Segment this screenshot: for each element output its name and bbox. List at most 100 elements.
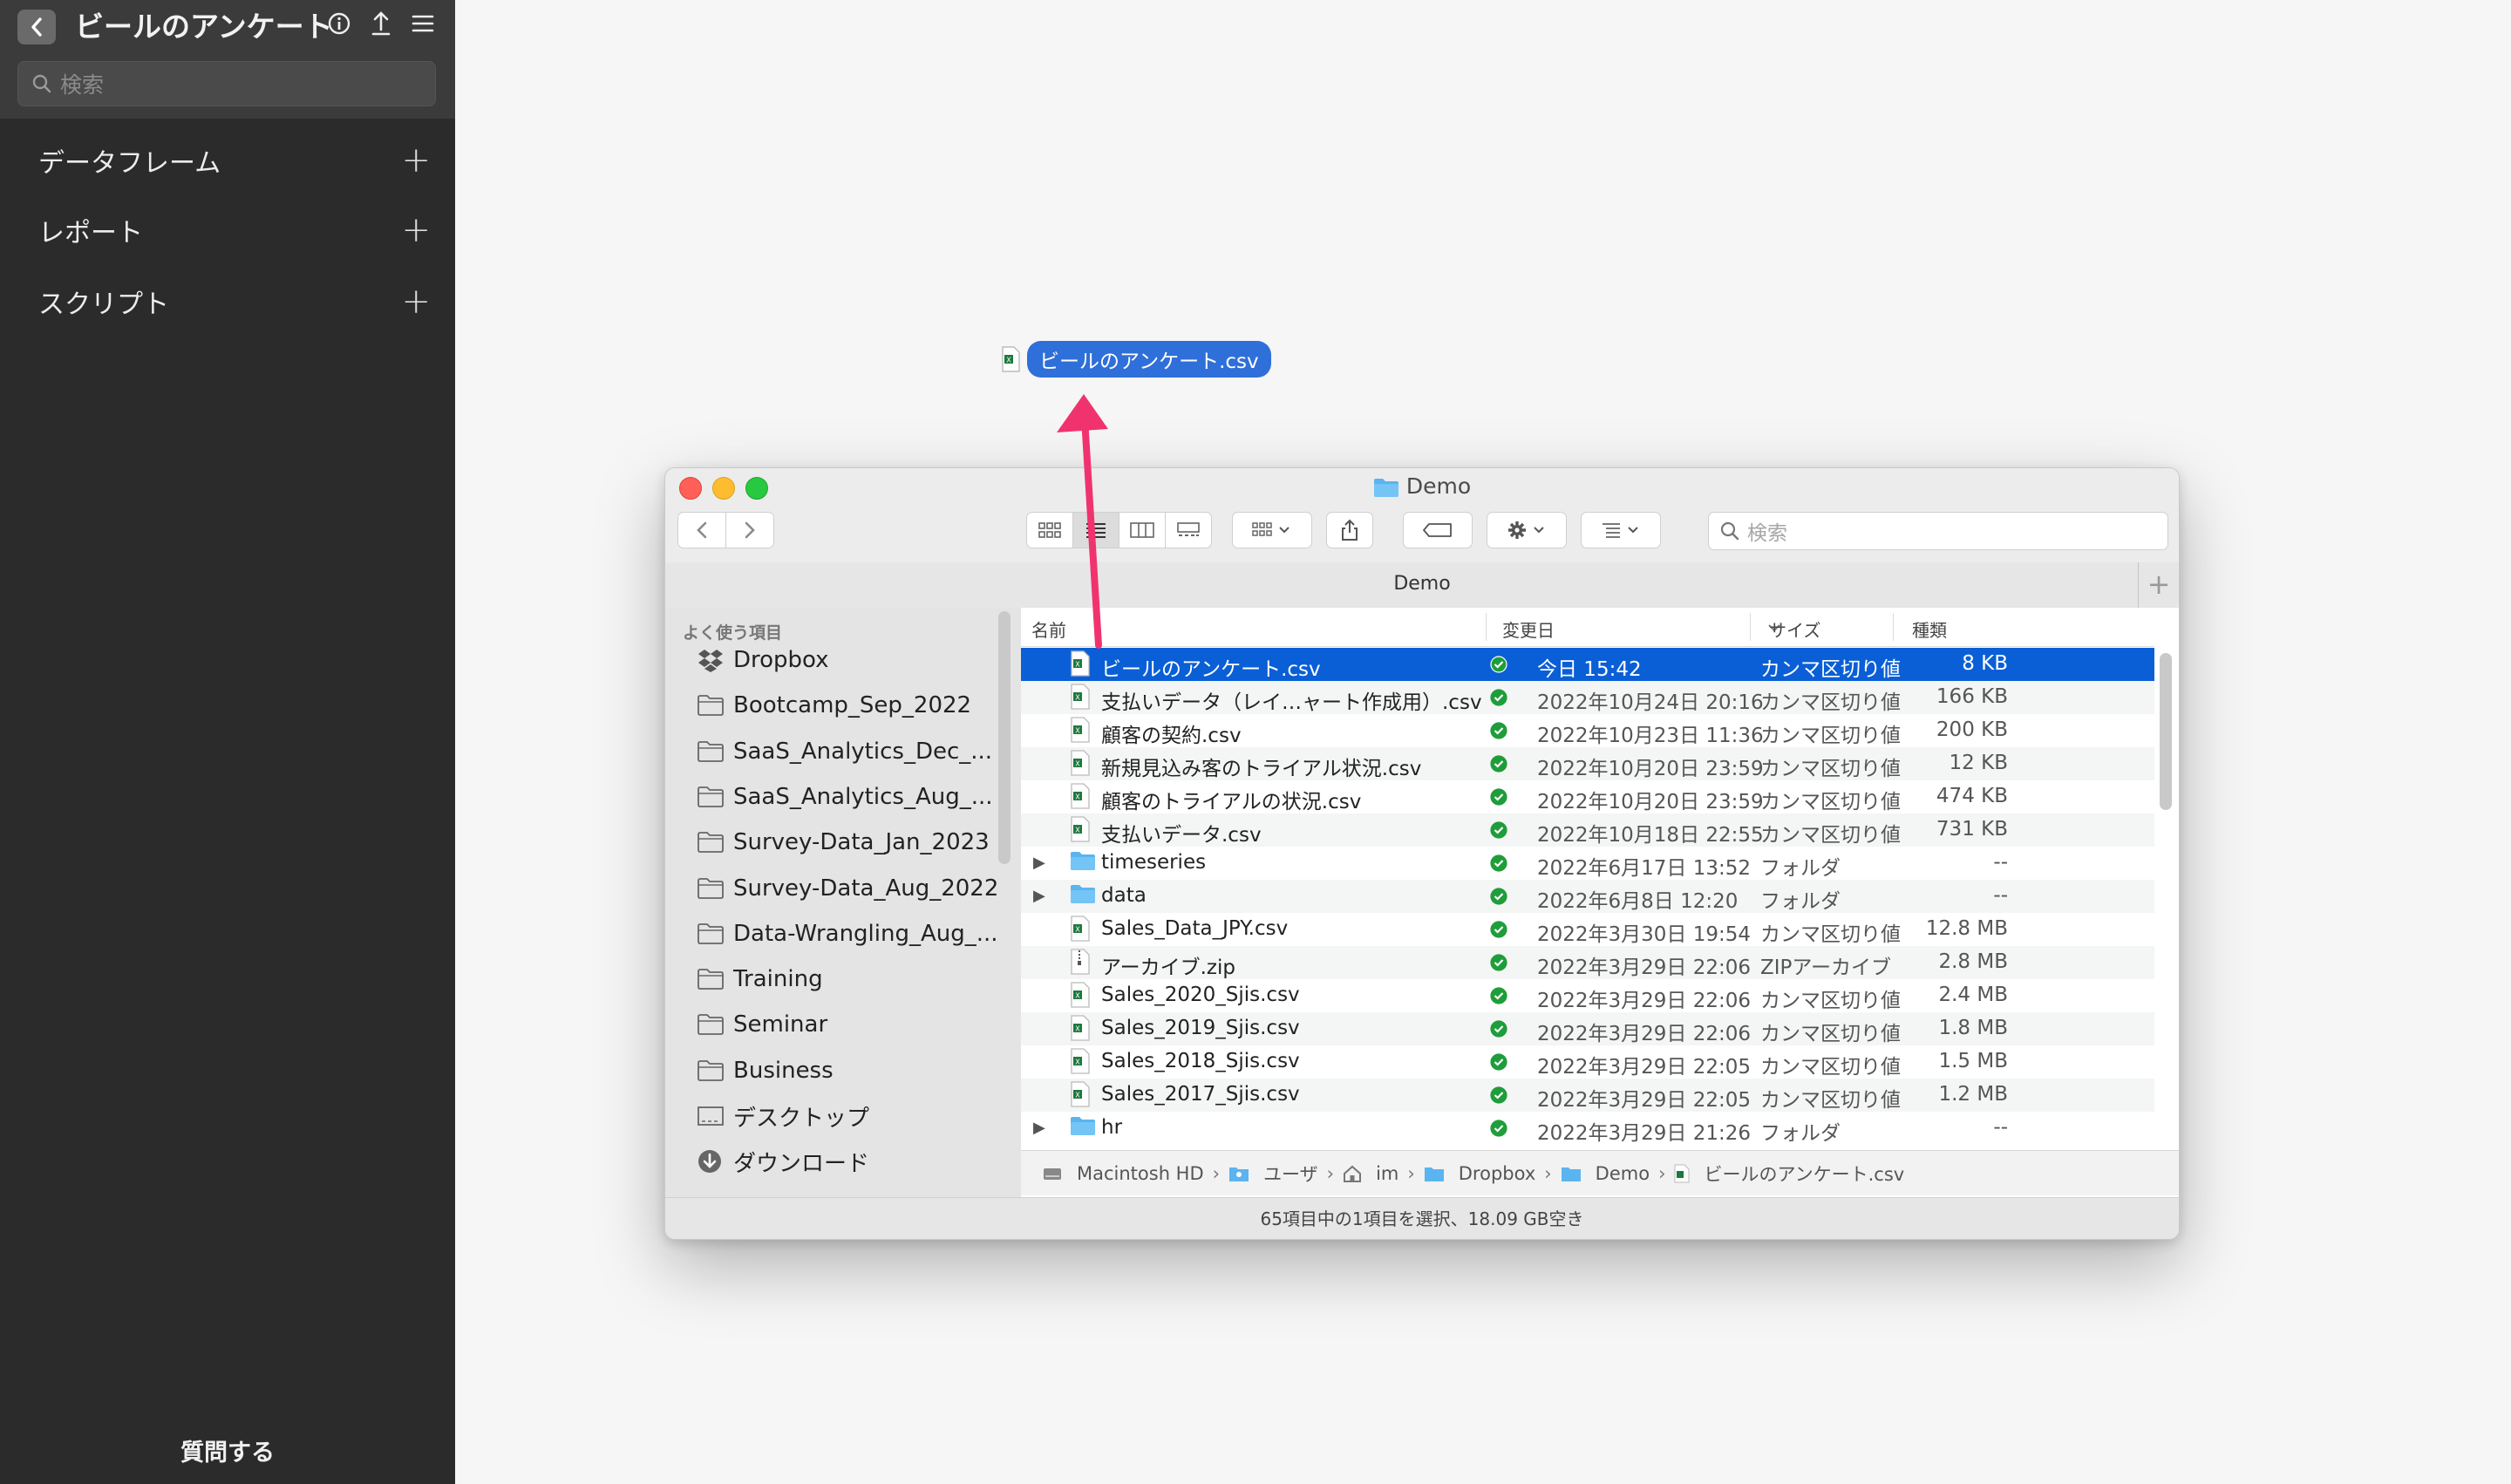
- sidebar-item-survey-data-aug-2022[interactable]: Survey-Data_Aug_2022: [697, 869, 998, 908]
- path-segment[interactable]: ユーザ: [1228, 1161, 1318, 1187]
- file-row[interactable]: X 支払いデータ（レイ…ャート作成用）.csv 2022年10月24日 20:16 1…: [1021, 681, 2154, 714]
- folder-row[interactable]: ▶ timeseries 2022年6月17日 13:52 -- フォルダ: [1021, 847, 2154, 880]
- file-size: 731 KB: [1936, 818, 2008, 841]
- chevron-right-icon: [745, 521, 755, 539]
- group-button[interactable]: [1232, 512, 1312, 548]
- file-row[interactable]: X ビールのアンケート.csv 今日 15:42 8 KB カンマ区切り値: [1021, 648, 2154, 681]
- file-row[interactable]: X 支払いデータ.csv 2022年10月18日 22:55 731 KB カンマ区切り…: [1021, 813, 2154, 847]
- back-button[interactable]: [17, 10, 56, 44]
- section-dataframe[interactable]: データフレーム +: [38, 134, 431, 187]
- list-scrollbar[interactable]: [2160, 653, 2172, 810]
- add-dataframe-icon[interactable]: +: [401, 143, 431, 178]
- add-report-icon[interactable]: +: [401, 213, 431, 248]
- file-date: 2022年3月29日 22:05: [1537, 1056, 1752, 1079]
- sidebar-item-data-wrangling-aug[interactable]: Data-Wrangling_Aug_...: [697, 915, 998, 953]
- disclosure-triangle-icon[interactable]: ▶: [1033, 1119, 1045, 1137]
- section-label: データフレーム: [38, 148, 221, 179]
- file-row[interactable]: X 顧客のトライアルの状況.csv 2022年10月20日 23:59 474 KB カ…: [1021, 780, 2154, 813]
- path-segment[interactable]: Demo: [1561, 1163, 1650, 1184]
- file-row[interactable]: X Sales_2019_Sjis.csv 2022年3月29日 22:06 1.8 …: [1021, 1012, 2154, 1045]
- finder-sidebar: よく使う項目 Dropbox Bootcamp_Sep_2022 SaaS_Anal…: [665, 608, 1022, 1197]
- sidebar-scrollbar[interactable]: [998, 611, 1011, 864]
- sidebar-item-[interactable]: デスクトップ: [697, 1097, 869, 1135]
- file-date: 2022年10月18日 22:55: [1537, 824, 1764, 847]
- column-name-header[interactable]: 名前: [1031, 616, 1066, 642]
- sidebar-item-[interactable]: ダウンロード: [697, 1142, 869, 1181]
- file-kind: カンマ区切り値: [1760, 1023, 1901, 1045]
- finder-titlebar: Demo 検索: [665, 468, 2179, 563]
- file-row[interactable]: X 新規見込み客のトライアル状況.csv 2022年10月20日 23:59 12 K…: [1021, 747, 2154, 780]
- sidebar-item-label: Bootcamp_Sep_2022: [733, 692, 972, 719]
- file-row[interactable]: X Sales_2020_Sjis.csv 2022年3月29日 22:06 2.4 …: [1021, 979, 2154, 1012]
- icon-view-button[interactable]: [1026, 512, 1073, 548]
- gallery-view-button[interactable]: [1165, 512, 1212, 548]
- grid-icon: [1038, 522, 1061, 538]
- svg-text:X: X: [1075, 1025, 1080, 1033]
- menu-icon[interactable]: [410, 10, 436, 37]
- path-segment[interactable]: Macintosh HD: [1042, 1163, 1204, 1184]
- status-bar: 65項目中の1項目を選択、18.09 GB空き: [665, 1197, 2179, 1239]
- disclosure-triangle-icon[interactable]: ▶: [1033, 854, 1045, 872]
- share-button[interactable]: [1326, 512, 1373, 548]
- column-date-header[interactable]: 変更日: [1502, 616, 1555, 642]
- file-row[interactable]: X 顧客の契約.csv 2022年10月23日 11:36 200 KB カンマ区切り値: [1021, 714, 2154, 747]
- folder-row[interactable]: ▶ hr 2022年3月29日 21:26 -- フォルダ: [1021, 1112, 2154, 1145]
- info-icon[interactable]: [326, 10, 352, 37]
- forward-nav-button[interactable]: [725, 512, 774, 548]
- file-name: アーカイブ.zip: [1101, 956, 1235, 979]
- sidebar-item-label: Business: [733, 1057, 834, 1084]
- column-kind-header[interactable]: 種類: [1912, 616, 1947, 642]
- sidebar-item-saas-analytics-dec[interactable]: SaaS_Analytics_Dec_...: [697, 732, 992, 771]
- finder-search-input[interactable]: 検索: [1708, 512, 2168, 550]
- file-row[interactable]: アーカイブ.zip 2022年3月29日 22:06 2.8 MB ZIPアーカイブ: [1021, 946, 2154, 979]
- sidebar-item-survey-data-jan-2023[interactable]: Survey-Data_Jan_2023: [697, 823, 990, 861]
- file-kind: カンマ区切り値: [1760, 691, 1901, 714]
- path-separator-icon: ›: [1212, 1162, 1221, 1184]
- synced-check-icon: [1490, 954, 1507, 971]
- file-row[interactable]: X Sales_2018_Sjis.csv 2022年3月29日 22:05 1.5 …: [1021, 1045, 2154, 1079]
- file-date: 2022年3月29日 22:06: [1537, 956, 1752, 979]
- sidebar-item-label: Dropbox: [733, 647, 829, 673]
- file-name: Sales_2018_Sjis.csv: [1101, 1050, 1300, 1072]
- list-header: 名前 変更日 サイズ 種類: [1021, 608, 2154, 647]
- section-label: レポート: [38, 218, 143, 248]
- file-kind: カンマ区切り値: [1760, 990, 1901, 1012]
- disclosure-triangle-icon[interactable]: ▶: [1033, 887, 1045, 905]
- share-icon: [1342, 519, 1358, 541]
- sidebar-item-dropbox[interactable]: Dropbox: [697, 641, 829, 679]
- ask-button[interactable]: 質問する: [0, 1433, 455, 1467]
- folder-row[interactable]: ▶ data 2022年6月8日 12:20 -- フォルダ: [1021, 880, 2154, 913]
- list-view-button[interactable]: [1072, 512, 1119, 548]
- file-row[interactable]: X Sales_Data_JPY.csv 2022年3月30日 19:54 12.8 …: [1021, 913, 2154, 946]
- path-segment[interactable]: im: [1343, 1163, 1398, 1184]
- path-segment[interactable]: Dropbox: [1424, 1163, 1535, 1184]
- section-script[interactable]: スクリプト +: [38, 276, 431, 328]
- arrange-button[interactable]: [1581, 512, 1661, 548]
- file-date: 2022年10月23日 11:36: [1537, 725, 1764, 747]
- path-segment[interactable]: ビールのアンケート.csv: [1674, 1161, 1904, 1187]
- path-segment-label: im: [1376, 1162, 1399, 1184]
- dragged-file[interactable]: X ビールのアンケート.csv: [1001, 340, 1271, 378]
- tags-button[interactable]: [1403, 512, 1473, 548]
- folder-icon: [697, 829, 726, 855]
- sidebar-item-bootcamp-sep-2022[interactable]: Bootcamp_Sep_2022: [697, 686, 971, 725]
- sidebar-item-business[interactable]: Business: [697, 1052, 834, 1090]
- back-nav-button[interactable]: [677, 512, 726, 548]
- sidebar-item-saas-analytics-aug[interactable]: SaaS_Analytics_Aug_...: [697, 778, 993, 816]
- sidebar-search-input[interactable]: 検索: [17, 61, 436, 106]
- file-date: 2022年3月29日 22:06: [1537, 1023, 1752, 1045]
- sidebar-item-training[interactable]: Training: [697, 960, 823, 998]
- share-icon[interactable]: [368, 10, 394, 37]
- section-report[interactable]: レポート +: [38, 204, 431, 256]
- folder-icon: [697, 1058, 726, 1084]
- add-script-icon[interactable]: +: [401, 284, 431, 319]
- sidebar-item-seminar[interactable]: Seminar: [697, 1005, 827, 1044]
- tab-demo[interactable]: Demo: [665, 573, 2179, 595]
- file-row[interactable]: X Sales_2017_Sjis.csv 2022年3月29日 22:05 1.2 …: [1021, 1079, 2154, 1112]
- home-icon: [1343, 1165, 1369, 1182]
- action-button[interactable]: [1487, 512, 1567, 548]
- column-view-button[interactable]: [1119, 512, 1166, 548]
- svg-text:X: X: [1075, 926, 1080, 934]
- add-tab-button[interactable]: +: [2138, 562, 2179, 608]
- column-size-header[interactable]: サイズ: [1769, 616, 1820, 642]
